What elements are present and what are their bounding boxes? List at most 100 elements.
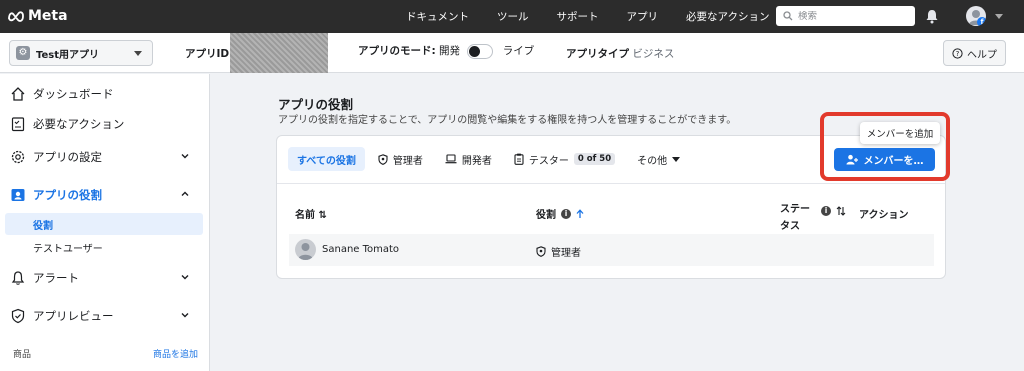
sidebar-subitem-roles[interactable]: 役割: [5, 213, 203, 235]
user-avatar[interactable]: f: [966, 6, 986, 26]
chevron-down-icon: [672, 156, 681, 162]
tab-other[interactable]: その他: [628, 147, 689, 171]
app-id-label: アプリID:: [185, 48, 234, 60]
nav-support[interactable]: サポート: [543, 9, 613, 24]
app-selector-dropdown[interactable]: ⚙ Test用アプリ: [9, 40, 153, 66]
nav-tools[interactable]: ツール: [483, 9, 543, 24]
sidebar-item-label: 必要なアクション: [33, 117, 125, 131]
tester-count-badge: 0 of 50: [573, 153, 616, 165]
annotation-highlight-box: [820, 112, 950, 181]
account-menu-caret-icon[interactable]: [995, 14, 1003, 19]
sort-icon[interactable]: [836, 206, 846, 216]
column-header-status-tools: i: [821, 206, 846, 216]
app-type: アプリタイプ ビジネス: [566, 46, 674, 61]
laptop-icon: [445, 154, 457, 164]
svg-text:?: ?: [956, 50, 960, 58]
help-button[interactable]: ? ヘルプ: [943, 40, 1006, 66]
notifications-bell-icon[interactable]: [925, 9, 939, 24]
page-description: アプリの役割を指定することで、アプリの閲覧や編集をする権限を持つ人を管理すること…: [278, 115, 737, 126]
member-role-label: 管理者: [551, 248, 581, 259]
app-name: Test用アプリ: [36, 49, 100, 61]
checklist-icon: [10, 116, 26, 132]
gear-icon: [10, 149, 26, 165]
tab-label: その他: [637, 155, 668, 167]
clipboard-icon: [514, 153, 524, 165]
sidebar: ダッシュボード 必要なアクション アプリの設定 アプリの役割 役割 テストユーザ…: [0, 74, 210, 371]
app-gear-icon: ⚙: [16, 46, 30, 60]
member-role: 管理者: [536, 244, 581, 259]
redacted-app-id: [230, 33, 328, 73]
top-navigation-bar: Meta ドキュメント ツール サポート アプリ 必要なアクション f: [0, 0, 1024, 33]
column-label: アクション: [859, 210, 909, 221]
meta-logo[interactable]: Meta: [7, 8, 68, 24]
tab-label: すべての役割: [297, 155, 356, 167]
app-mode: アプリのモード: 開発 ライブ: [358, 43, 534, 59]
sidebar-item-label: アプリの設定: [33, 150, 102, 164]
app-id-label-wrap: アプリID:: [185, 46, 233, 61]
search-input[interactable]: [798, 10, 908, 22]
role-filter-tabs: すべての役割 管理者 開発者 テスター 0 of 50 その他: [288, 147, 693, 171]
sidebar-item-alerts[interactable]: アラート: [10, 266, 205, 290]
search-box: [776, 6, 915, 26]
app-mode-dev: 開発: [439, 45, 461, 57]
tab-label: 開発者: [461, 155, 492, 167]
shield-icon: [536, 246, 546, 257]
column-header-name[interactable]: 名前 ⇅: [295, 206, 327, 221]
help-label: ヘルプ: [967, 49, 997, 61]
tab-all-roles[interactable]: すべての役割: [288, 147, 365, 171]
tab-label: テスター: [528, 155, 569, 167]
member-name[interactable]: Sanane Tomato: [322, 244, 399, 255]
column-header-action: アクション: [859, 206, 909, 221]
sidebar-item-label: ダッシュボード: [33, 87, 114, 101]
info-icon[interactable]: i: [561, 208, 571, 219]
app-mode-toggle[interactable]: [467, 43, 494, 59]
help-icon: ?: [952, 47, 963, 59]
meta-infinity-icon: [8, 11, 24, 22]
top-nav-links: ドキュメント ツール サポート アプリ 必要なアクション: [392, 0, 783, 33]
tab-admins[interactable]: 管理者: [369, 147, 432, 171]
shield-icon: [378, 153, 388, 165]
app-info-bar: ⚙ Test用アプリ アプリID: アプリのモード: 開発 ライブ アプリタイプ…: [0, 33, 1024, 73]
sidebar-item-required-actions[interactable]: 必要なアクション: [10, 112, 205, 136]
sort-ascending-icon: [576, 208, 584, 218]
tab-label: 管理者: [392, 155, 423, 167]
sidebar-subitem-test-users[interactable]: テストユーザー: [5, 236, 203, 258]
column-label: タス: [780, 221, 800, 232]
chevron-down-icon: [181, 275, 189, 280]
products-label: 商品: [13, 350, 32, 360]
roles-icon: [10, 187, 26, 203]
sidebar-item-app-settings[interactable]: アプリの設定: [10, 145, 205, 169]
app-mode-label: アプリのモード:: [358, 45, 436, 57]
tab-testers[interactable]: テスター 0 of 50: [505, 147, 624, 171]
chevron-up-icon: [181, 191, 189, 196]
chevron-down-icon: [181, 154, 189, 159]
column-label: 名前 ⇅: [295, 210, 327, 221]
add-product-link[interactable]: 商品を追加: [153, 347, 198, 360]
home-icon: [10, 86, 26, 102]
sidebar-item-label: アラート: [33, 271, 79, 285]
shield-check-icon: [10, 308, 26, 324]
chevron-down-icon: [134, 51, 142, 56]
search-icon: [783, 11, 793, 21]
sidebar-item-app-review[interactable]: アプリレビュー: [10, 304, 205, 328]
column-header-status[interactable]: ステー タス: [780, 200, 810, 232]
app-mode-live: ライブ: [502, 45, 535, 57]
member-avatar: [295, 239, 316, 260]
table-divider: [277, 183, 945, 184]
app-type-value: ビジネス: [632, 48, 675, 60]
sidebar-item-app-roles[interactable]: アプリの役割: [10, 183, 205, 207]
nav-apps[interactable]: アプリ: [613, 9, 673, 24]
bell-icon: [10, 270, 26, 286]
sidebar-item-label: アプリの役割: [33, 188, 102, 202]
tab-developers[interactable]: 開発者: [436, 147, 501, 171]
sidebar-item-label: アプリレビュー: [33, 309, 114, 323]
facebook-badge-icon: f: [977, 17, 986, 26]
nav-docs[interactable]: ドキュメント: [392, 9, 483, 24]
user-silhouette-icon: [298, 243, 313, 260]
info-icon[interactable]: i: [821, 206, 831, 216]
sidebar-item-dashboard[interactable]: ダッシュボード: [10, 82, 205, 106]
nav-required-actions[interactable]: 必要なアクション: [672, 9, 783, 24]
column-header-role[interactable]: 役割 i: [536, 206, 584, 221]
logo-text: Meta: [28, 8, 68, 24]
column-label: 役割: [536, 210, 556, 221]
